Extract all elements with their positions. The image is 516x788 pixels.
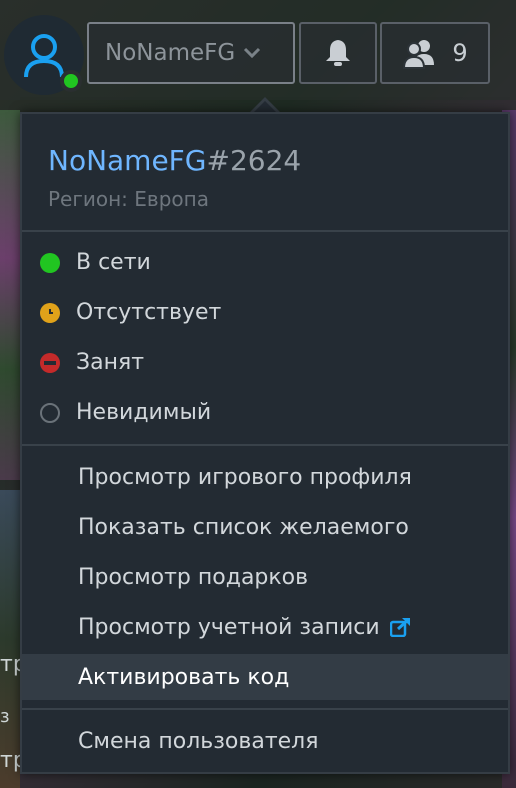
friends-icon [403,40,435,69]
profile-name[interactable]: NoNameFG [48,144,206,177]
background-text: з [0,706,10,727]
busy-icon [40,352,60,373]
background-art-left-bottom [0,490,20,788]
invisible-icon [40,402,60,423]
divider [22,444,508,446]
region-label: Регион: Европа [48,187,209,211]
status-label: В сети [76,250,151,275]
menu-view-account[interactable]: Просмотр учетной записи [22,604,508,650]
menu-view-game-profile[interactable]: Просмотр игрового профиля [22,454,508,500]
menu-redeem-code[interactable]: Активировать код [22,654,508,700]
menu-label: Показать список желаемого [78,514,409,540]
friends-button[interactable]: 9 [380,22,490,84]
divider [22,708,508,710]
friends-count: 9 [452,39,468,67]
menu-label: Просмотр учетной записи [78,614,380,640]
username-label: NoNameFG [105,40,236,66]
background-art-left [0,110,20,480]
status-label: Отсутствует [76,300,222,325]
divider [22,230,508,232]
status-busy[interactable]: Занят [40,350,144,375]
battletag: NoNameFG#2624 [48,144,301,177]
status-invisible[interactable]: Невидимый [40,400,211,425]
notifications-button[interactable] [299,22,377,84]
clock-icon [40,302,60,323]
menu-label: Просмотр подарков [78,564,309,590]
menu-label: Активировать код [78,664,290,690]
status-online[interactable]: В сети [40,250,151,275]
online-status-indicator [60,70,82,92]
profile-header: NoNameFG#2624 Регион: Европа [48,144,301,211]
chevron-down-icon [244,47,261,59]
profile-tag: #2624 [206,144,302,177]
status-label: Занят [76,350,145,375]
menu-view-gifts[interactable]: Просмотр подарков [22,554,508,600]
menu-switch-user[interactable]: Смена пользователя [22,718,508,764]
external-link-icon [389,617,410,637]
menu-show-wishlist[interactable]: Показать список желаемого [22,504,508,550]
top-bar: NoNameFG 9 [0,0,516,100]
status-label: Невидимый [76,400,212,425]
account-dropdown: NoNameFG#2624 Регион: Европа В сети Отсу… [20,112,510,774]
menu-label: Смена пользователя [78,728,319,754]
status-away[interactable]: Отсутствует [40,300,221,325]
online-dot-icon [40,252,60,273]
bell-icon [326,40,350,66]
menu-label: Просмотр игрового профиля [78,464,412,490]
user-menu-button[interactable]: NoNameFG [87,22,295,84]
